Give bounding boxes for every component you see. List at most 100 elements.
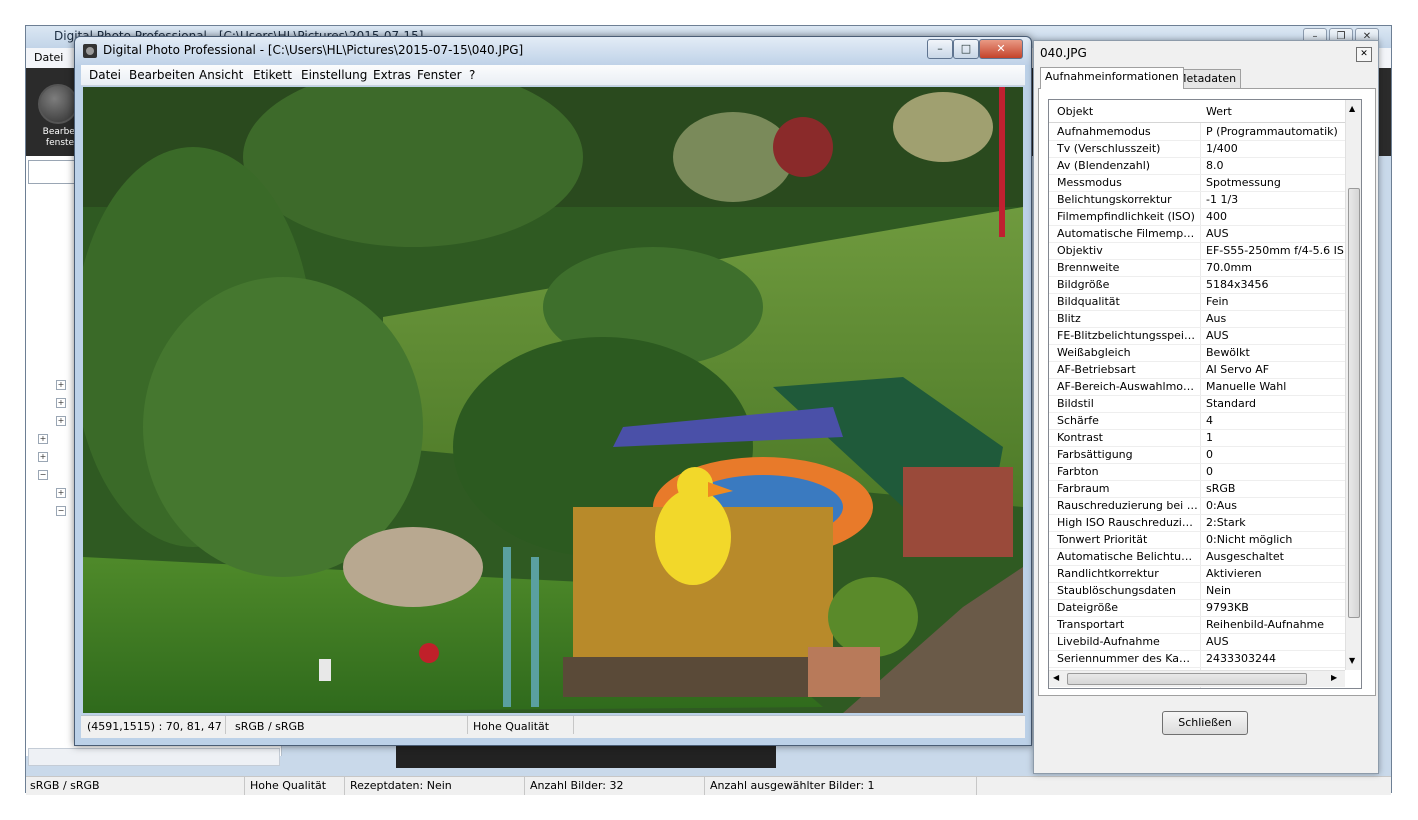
table-row[interactable]: FE-Blitzbelichtungsspeicher... AUS (1049, 327, 1345, 345)
viewer-statusbar: (4591,1515) : 70, 81, 47 sRGB / sRGB Hoh… (81, 715, 1025, 738)
menu-datei[interactable]: Datei (34, 51, 63, 64)
row-key: Randlichtkorrektur (1057, 567, 1159, 580)
menu-bearbeiten[interactable]: Bearbeiten (129, 68, 195, 82)
row-value: Nein (1206, 584, 1232, 597)
list-horizontal-scrollbar[interactable]: ◀ ▶ (1049, 670, 1345, 687)
viewer-titlebar[interactable]: Digital Photo Professional - [C:\Users\H… (75, 37, 1031, 65)
edit-window-icon[interactable] (38, 84, 78, 124)
table-row[interactable]: AF-Bereich-Auswahlmodus Manuelle Wahl (1049, 378, 1345, 396)
info-title: 040.JPG (1040, 46, 1087, 60)
row-value: 0 (1206, 465, 1213, 478)
scroll-down-icon[interactable]: ▼ (1349, 656, 1355, 665)
row-value: 4 (1206, 414, 1213, 427)
row-key: Kontrast (1057, 431, 1103, 444)
scroll-thumb[interactable] (1348, 188, 1360, 618)
row-key: High ISO Rauschreduzierung (1057, 516, 1199, 529)
table-row[interactable]: Tonwert Priorität 0:Nicht möglich (1049, 531, 1345, 549)
maximize-icon[interactable]: □ (953, 39, 979, 59)
tree-collapse-icon[interactable]: − (38, 470, 48, 480)
row-key: Tv (Verschlusszeit) (1057, 142, 1161, 155)
photo-canvas[interactable] (83, 87, 1023, 713)
table-row[interactable]: Bildqualität Fein (1049, 293, 1345, 311)
table-row[interactable]: Farbton 0 (1049, 463, 1345, 481)
close-icon[interactable]: ✕ (979, 39, 1023, 59)
table-row[interactable]: Objektiv EF-S55-250mm f/4-5.6 IS II (1049, 242, 1345, 260)
status-image-count: Anzahl Bilder: 32 (530, 779, 624, 792)
table-row[interactable]: High ISO Rauschreduzierung 2:Stark (1049, 514, 1345, 532)
table-row[interactable]: Kontrast 1 (1049, 429, 1345, 447)
folder-path-field[interactable] (28, 160, 78, 184)
table-row[interactable]: Transportart Reihenbild-Aufnahme (1049, 616, 1345, 634)
table-row[interactable]: Brennweite 70.0mm (1049, 259, 1345, 277)
table-row[interactable]: Livebild-Aufnahme AUS (1049, 633, 1345, 651)
table-row[interactable]: Blitz Aus (1049, 310, 1345, 328)
row-key: Dateigröße (1057, 601, 1119, 614)
row-value: 8.0 (1206, 159, 1224, 172)
row-key: Staublöschungsdaten (1057, 584, 1176, 597)
close-button[interactable]: Schließen (1162, 711, 1248, 735)
status-color-space: sRGB / sRGB (235, 720, 305, 733)
table-row[interactable]: Messmodus Spotmessung (1049, 174, 1345, 192)
table-row[interactable]: Staublöschungsdaten Nein (1049, 582, 1345, 600)
tree-expand-icon[interactable]: + (56, 416, 66, 426)
table-row[interactable]: Aufnahmemodus P (Programmautomatik) (1049, 123, 1345, 141)
row-key: Messmodus (1057, 176, 1122, 189)
table-row[interactable]: Weißabgleich Bewölkt (1049, 344, 1345, 362)
table-row[interactable]: Rauschreduzierung bei Lan... 0:Aus (1049, 497, 1345, 515)
table-row[interactable]: AF-Betriebsart AI Servo AF (1049, 361, 1345, 379)
table-row[interactable]: Belichtungskorrektur -1 1/3 (1049, 191, 1345, 209)
tree-horizontal-scrollbar[interactable] (28, 748, 280, 766)
table-row[interactable]: Farbraum sRGB (1049, 480, 1345, 498)
menu-etikett[interactable]: Etikett (253, 68, 292, 82)
list-vertical-scrollbar[interactable]: ▲ ▼ (1345, 100, 1361, 670)
table-row[interactable]: Dateigröße 9793KB (1049, 599, 1345, 617)
table-row[interactable]: Filmempfindlichkeit (ISO) 400 (1049, 208, 1345, 226)
tree-expand-icon[interactable]: + (56, 488, 66, 498)
tree-expand-icon[interactable]: + (56, 398, 66, 408)
info-titlebar[interactable]: 040.JPG ✕ (1034, 41, 1378, 65)
close-icon[interactable]: ✕ (1356, 47, 1372, 62)
scroll-up-icon[interactable]: ▲ (1349, 104, 1355, 113)
table-row[interactable]: Bildstil Standard (1049, 395, 1345, 413)
row-key: Belichtungskorrektur (1057, 193, 1172, 206)
table-row[interactable]: Automatische Filmempfindli... AUS (1049, 225, 1345, 243)
table-row[interactable]: Schärfe 4 (1049, 412, 1345, 430)
tree-expand-icon[interactable]: + (56, 380, 66, 390)
table-row[interactable]: Av (Blendenzahl) 8.0 (1049, 157, 1345, 175)
menu-help[interactable]: ? (469, 68, 475, 82)
status-pixel-readout: (4591,1515) : 70, 81, 47 (87, 720, 222, 733)
row-key: Av (Blendenzahl) (1057, 159, 1151, 172)
row-value: -1 1/3 (1206, 193, 1239, 206)
main-statusbar: sRGB / sRGB Hohe Qualität Rezeptdaten: N… (26, 776, 1391, 795)
menu-ansicht[interactable]: Ansicht (199, 68, 243, 82)
row-key: Weißabgleich (1057, 346, 1131, 359)
table-row[interactable]: Randlichtkorrektur Aktivieren (1049, 565, 1345, 583)
table-row[interactable]: Tv (Verschlusszeit) 1/400 (1049, 140, 1345, 158)
scroll-thumb[interactable] (1067, 673, 1307, 685)
minimize-icon[interactable]: – (927, 39, 953, 59)
table-row[interactable]: Bildgröße 5184x3456 (1049, 276, 1345, 294)
menu-einstellung[interactable]: Einstellung (301, 68, 367, 82)
menu-fenster[interactable]: Fenster (417, 68, 462, 82)
tab-aufnahmeinformationen[interactable]: Aufnahmeinformationen (1040, 67, 1184, 89)
tree-expand-icon[interactable]: + (38, 452, 48, 462)
image-viewer-window: Digital Photo Professional - [C:\Users\H… (74, 36, 1032, 746)
row-key: AF-Betriebsart (1057, 363, 1136, 376)
table-row[interactable]: Seriennummer des Kamera... 2433303244 (1049, 650, 1345, 668)
scroll-right-icon[interactable]: ▶ (1331, 673, 1337, 682)
menu-datei[interactable]: Datei (89, 68, 121, 82)
table-row[interactable]: Automatische Belichtungso... Ausgeschalte… (1049, 548, 1345, 566)
info-list[interactable]: Objekt Wert Aufnahmemodus P (Programmauto… (1048, 99, 1362, 689)
column-header-wert[interactable]: Wert (1206, 105, 1232, 118)
row-value: Manuelle Wahl (1206, 380, 1287, 393)
scroll-left-icon[interactable]: ◀ (1053, 673, 1059, 682)
table-row[interactable]: Farbsättigung 0 (1049, 446, 1345, 464)
menu-extras[interactable]: Extras (373, 68, 411, 82)
tree-expand-icon[interactable]: + (38, 434, 48, 444)
shooting-info-panel: 040.JPG ✕ Aufnahmeinformationen Metadate… (1033, 40, 1379, 774)
row-key: Schärfe (1057, 414, 1099, 427)
row-value: 70.0mm (1206, 261, 1252, 274)
column-header-objekt[interactable]: Objekt (1057, 105, 1093, 118)
row-key: Farbsättigung (1057, 448, 1133, 461)
tree-collapse-icon[interactable]: − (56, 506, 66, 516)
